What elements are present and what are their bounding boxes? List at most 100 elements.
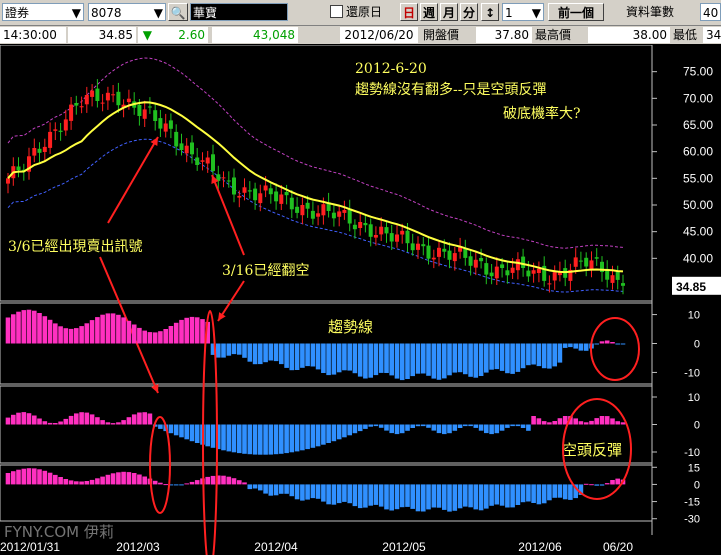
quote-time: 14:30:00 [0, 27, 66, 43]
trend-bar [573, 343, 578, 349]
momentum-bar [294, 484, 300, 500]
trend-bar [578, 343, 584, 351]
trend-bar [42, 316, 48, 344]
trend-bar [373, 343, 379, 376]
trend-bar [315, 343, 321, 370]
momentum-bar [315, 484, 321, 499]
candle-body [95, 88, 100, 101]
y-tick-label: 15 [688, 462, 700, 474]
trend-bar [368, 343, 373, 378]
period-select[interactable]: 1 ▼ [502, 3, 544, 21]
trend-bar [463, 343, 468, 375]
category-select[interactable]: 證券 ▼ [2, 3, 84, 21]
oscillator-bar [226, 424, 232, 452]
trend-bar [216, 343, 221, 358]
trend-bar [273, 343, 279, 362]
oscillator-bar [74, 413, 79, 425]
trend-bar [226, 343, 232, 356]
oscillator-bar [336, 424, 342, 440]
candle-body [552, 272, 557, 281]
candle-body [147, 106, 152, 108]
trend-bar [84, 323, 90, 344]
oscillator-bar [499, 424, 505, 431]
trend-bar [47, 319, 53, 344]
trend-bar [562, 343, 568, 348]
candle-body [305, 202, 310, 209]
candle-body [116, 91, 121, 106]
trend-bar [431, 343, 437, 379]
y-tick-label: 40.00 [683, 251, 713, 265]
momentum-bar [363, 484, 368, 508]
momentum-bar [74, 481, 79, 485]
restore-checkbox[interactable] [330, 5, 343, 18]
trend-bar [541, 343, 547, 369]
y-tick-label: 60.00 [683, 145, 713, 159]
momentum-bar [158, 482, 163, 485]
momentum-bar [142, 476, 147, 485]
momentum-bar [79, 481, 84, 485]
momentum-bar [399, 484, 405, 508]
code-input[interactable]: 8078 ▼ [88, 3, 166, 21]
quote-bar: 14:30:00 34.85 ▼ 2.60 43,048 2012/06/20 … [0, 26, 721, 44]
trend-bar [37, 313, 42, 344]
trend-bar [11, 314, 16, 344]
oscillator-bar [484, 424, 489, 434]
trend-bar [294, 343, 300, 370]
oscillator-bar [173, 424, 179, 436]
momentum-bar [426, 484, 431, 510]
search-button[interactable]: 🔍 [168, 3, 188, 21]
day-button[interactable]: 日 [400, 3, 418, 21]
quote-change: 2.60 [152, 27, 208, 43]
minute-button[interactable]: 分 [460, 3, 478, 21]
trend-bar [221, 343, 226, 358]
candle-body [468, 256, 473, 266]
trend-bar [352, 343, 358, 374]
trend-bar [568, 343, 573, 348]
quote-date: 2012/06/20 [340, 27, 418, 43]
candle-body [431, 257, 436, 260]
oscillator-bar [231, 424, 237, 453]
x-tick-label: 2012/03 [116, 540, 160, 554]
stock-name-field[interactable]: 華寶 [190, 3, 288, 21]
oscillator-bar [137, 412, 142, 425]
oscillator-bar [53, 423, 58, 425]
trend-bar [499, 343, 505, 371]
momentum-bar [536, 484, 542, 505]
momentum-bar [210, 475, 216, 485]
trend-bar [121, 317, 126, 344]
week-button[interactable]: 週 [420, 3, 438, 21]
momentum-bar [89, 479, 95, 485]
candle-body [384, 227, 389, 234]
candle-body [373, 235, 378, 238]
oscillator-bar [305, 424, 310, 450]
oscillator-bar [557, 418, 563, 425]
filter-button[interactable]: ↕ [481, 3, 499, 21]
candle-body [221, 177, 226, 179]
oscillator-bar [100, 420, 105, 425]
month-button[interactable]: 月 [440, 3, 458, 21]
trend-bar [442, 343, 447, 379]
oscillator-bar [5, 417, 11, 425]
candle-body [400, 230, 405, 235]
candle-body [500, 264, 505, 268]
prev-button[interactable]: 前一個 [548, 3, 604, 21]
candle-body [584, 257, 589, 267]
momentum-bar [583, 483, 589, 485]
momentum-bar [484, 484, 489, 509]
high-value: 38.00 [588, 27, 670, 43]
oscillator-bar [389, 424, 394, 434]
trend-bar [505, 343, 510, 374]
momentum-bar [494, 484, 500, 505]
momentum-bar [489, 484, 494, 506]
period-value: 1 [505, 6, 513, 20]
momentum-bar [173, 484, 179, 486]
momentum-bar [37, 469, 42, 485]
candle-body [63, 119, 68, 131]
trend-bar [21, 310, 27, 344]
candle-body [289, 197, 294, 210]
record-count-input[interactable]: 40 [700, 3, 721, 21]
momentum-bar [21, 468, 27, 485]
oscillator-bar [384, 424, 389, 431]
oscillator-bar [552, 421, 557, 425]
oscillator-bar [510, 424, 515, 427]
